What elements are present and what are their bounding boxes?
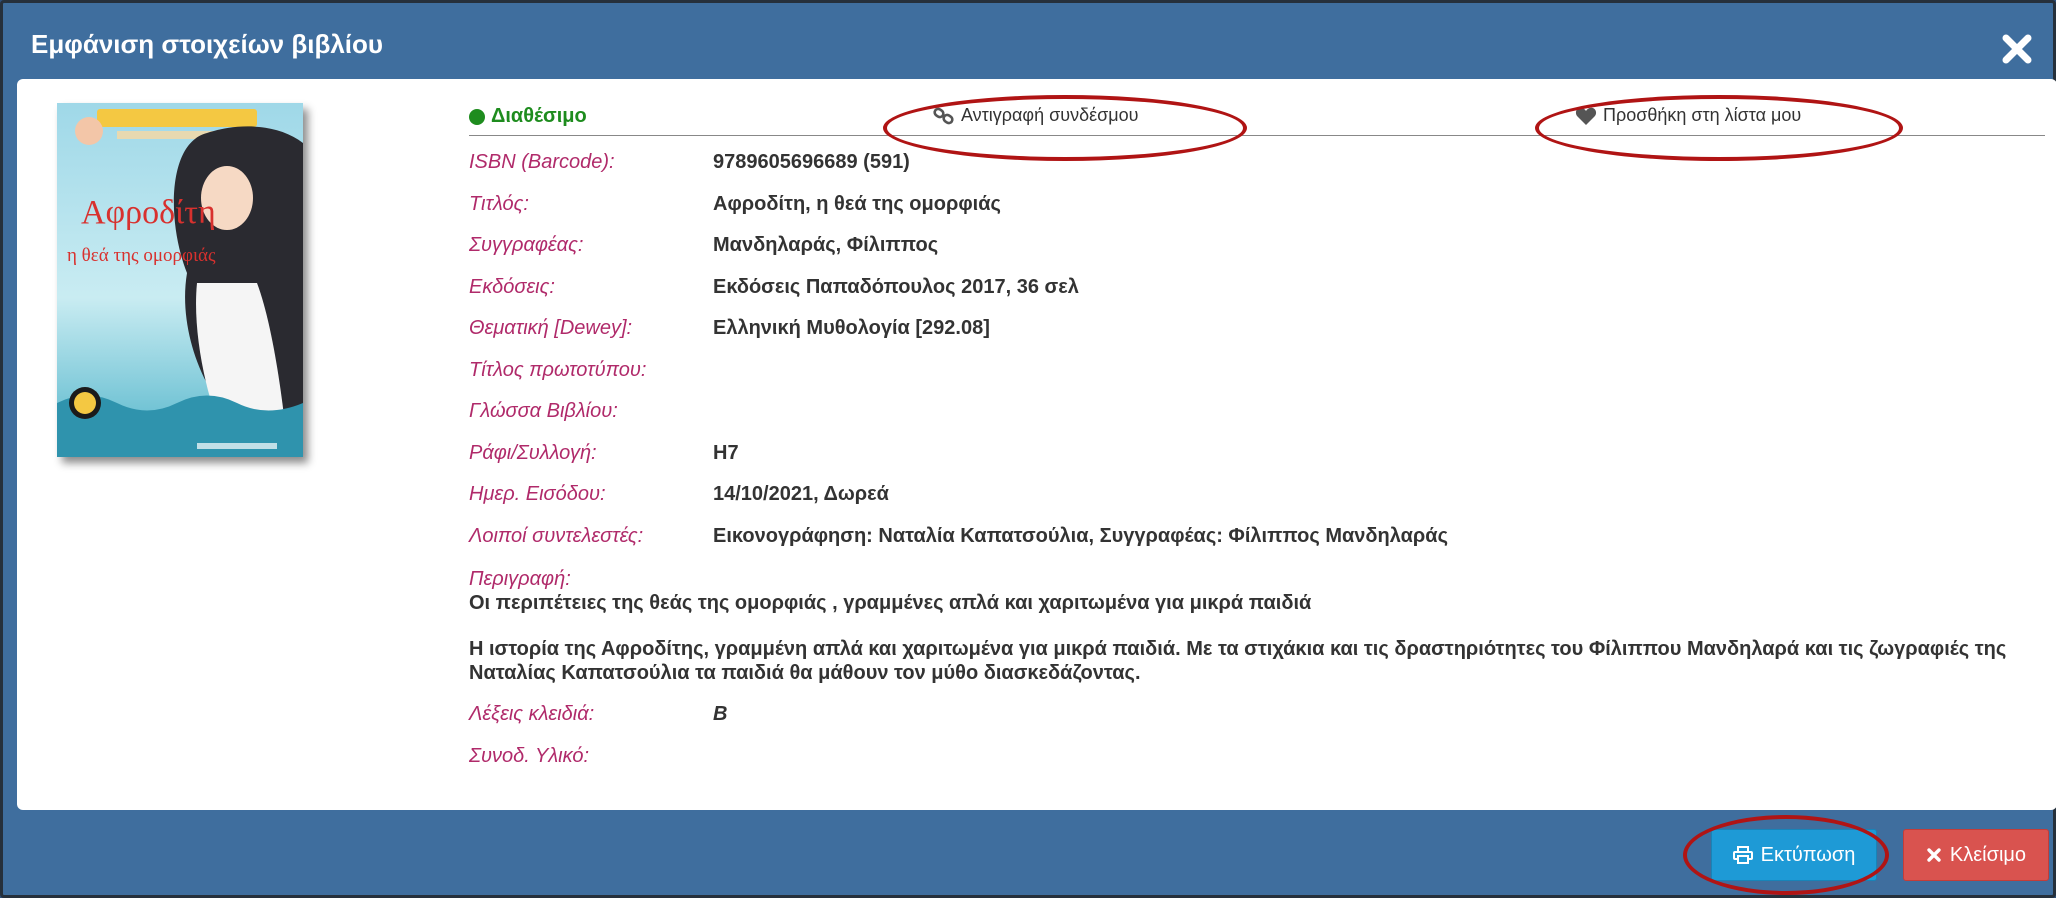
print-label: Εκτύπωση — [1760, 843, 1856, 866]
field-label: ISBN (Barcode): — [469, 151, 615, 173]
copy-link-label: Αντιγραφή συνδέσμου — [961, 105, 1139, 125]
cover-title-line2: η θεά της ομορφιάς — [67, 245, 216, 266]
close-icon[interactable] — [1999, 31, 2035, 67]
field-value: Αφροδίτη, η θεά της ομορφιάς — [713, 192, 1001, 215]
field-title: Τιτλός: Αφροδίτη, η θεά της ομορφιάς — [469, 193, 2049, 235]
field-label: Συνοδ. Υλικό: — [469, 744, 590, 767]
field-value: Εικονογράφηση: Ναταλία Καπατσούλια, Συγγ… — [713, 524, 1448, 547]
field-keywords: Λέξεις κλειδιά: Β — [469, 703, 2049, 745]
add-to-my-list-button[interactable]: Προσθήκη στη λίστα μου — [1575, 105, 1801, 126]
field-label: Ημερ. Εισόδου: — [469, 483, 606, 505]
printer-icon — [1732, 846, 1753, 864]
field-value: Εκδόσεις Παπαδόπουλος 2017, 36 σελ — [713, 275, 1079, 298]
availability-status: Διαθέσιμο — [469, 105, 587, 128]
availability-label: Διαθέσιμο — [491, 105, 587, 127]
description-block: Περιγραφή: Οι περιπέτειες της θεάς της ο… — [469, 568, 2049, 685]
field-author: Συγγραφέας: Μανδηλαράς, Φίλιππος — [469, 234, 2049, 276]
heart-icon — [1575, 107, 1597, 125]
book-details-fields: ISBN (Barcode): 9789605696689 (591) Τιτλ… — [469, 151, 2049, 786]
field-entry-date: Ημερ. Εισόδου: 14/10/2021, Δωρεά — [469, 483, 2049, 525]
dialog-title: Εμφάνιση στοιχείων βιβλίου — [31, 29, 384, 59]
field-label: Λέξεις κλειδιά: — [469, 703, 595, 725]
dialog-body: Αφροδίτη η θεά της ομορφιάς Διαθέσιμο Αν… — [17, 79, 2056, 810]
dialog-header: Εμφάνιση στοιχείων βιβλίου — [3, 3, 2053, 78]
field-label: Τίτλος πρωτοτύπου: — [469, 358, 647, 381]
field-shelf: Ράφι/Συλλογή: Η7 — [469, 442, 2049, 484]
close-label: Κλείσιμο — [1949, 843, 2027, 866]
add-to-my-list-label: Προσθήκη στη λίστα μου — [1603, 105, 1802, 125]
field-label: Λοιποί συντελεστές: — [469, 524, 644, 547]
link-icon — [933, 107, 954, 124]
field-original-title: Τίτλος πρωτοτύπου: — [469, 359, 2049, 401]
status-action-row: Διαθέσιμο Αντιγραφή συνδέσμου Προσθήκη σ… — [469, 95, 2045, 136]
field-label: Ράφι/Συλλογή: — [469, 441, 597, 464]
description-paragraph: Οι περιπέτειες της θεάς της ομορφιάς , γ… — [469, 592, 1312, 614]
field-label: Εκδόσεις: — [469, 275, 555, 298]
field-value: Ελληνική Μυθολογία [292.08] — [713, 317, 990, 339]
field-label: Γλώσσα Βιβλίου: — [469, 400, 618, 422]
field-publisher: Εκδόσεις: Εκδόσεις Παπαδόπουλος 2017, 36… — [469, 276, 2049, 318]
field-value: 9789605696689 (591) — [713, 151, 910, 173]
field-isbn: ISBN (Barcode): 9789605696689 (591) — [469, 151, 2049, 193]
field-value: Β — [713, 703, 728, 725]
field-label: Θεματική [Dewey]: — [469, 317, 633, 339]
book-details-dialog: Εμφάνιση στοιχείων βιβλίου Αφροδίτη η θε… — [0, 0, 2056, 898]
book-cover-image: Αφροδίτη η θεά της ομορφιάς — [57, 103, 303, 457]
description-paragraph: Η ιστορία της Αφροδίτης, γραμμένη απλά κ… — [469, 638, 2007, 684]
field-accompanying-material: Συνοδ. Υλικό: — [469, 745, 2049, 787]
close-x-icon — [1927, 848, 1941, 862]
field-label: Συγγραφέας: — [469, 234, 584, 256]
description-text: Οι περιπέτειες της θεάς της ομορφιάς , γ… — [469, 591, 2049, 685]
copy-link-button[interactable]: Αντιγραφή συνδέσμου — [933, 105, 1138, 126]
field-language: Γλώσσα Βιβλίου: — [469, 400, 2049, 442]
field-value: Μανδηλαράς, Φίλιππος — [713, 234, 939, 256]
dialog-footer: Εκτύπωση Κλείσιμο — [3, 811, 2053, 895]
availability-dot-icon — [469, 108, 485, 125]
print-button[interactable]: Εκτύπωση — [1711, 829, 1877, 881]
field-dewey: Θεματική [Dewey]: Ελληνική Μυθολογία [29… — [469, 317, 2049, 359]
field-value: 14/10/2021, Δωρεά — [713, 483, 889, 505]
field-label: Τιτλός: — [469, 192, 529, 215]
close-button[interactable]: Κλείσιμο — [1903, 829, 2049, 881]
cover-title-line1: Αφροδίτη — [81, 194, 216, 231]
description-label: Περιγραφή: — [469, 568, 571, 590]
field-contributors: Λοιποί συντελεστές: Εικονογράφηση: Ναταλ… — [469, 525, 2049, 567]
field-value: Η7 — [713, 441, 739, 464]
